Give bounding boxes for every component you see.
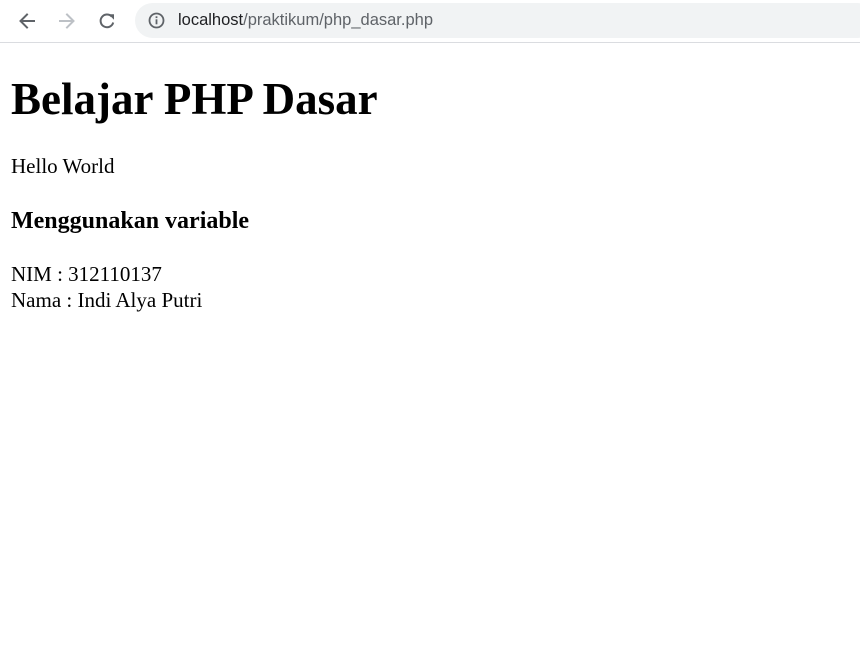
reload-button[interactable]: [91, 5, 123, 37]
browser-toolbar: localhost/praktikum/php_dasar.php: [0, 0, 860, 43]
section-heading: Menggunakan variable: [11, 208, 250, 234]
nim-text: NIM : 312110137: [11, 262, 162, 286]
url-text[interactable]: localhost/praktikum/php_dasar.php: [178, 11, 433, 30]
arrow-left-icon: [19, 13, 35, 29]
back-button[interactable]: [11, 5, 43, 37]
page-title: Belajar PHP Dasar: [11, 74, 378, 124]
forward-button[interactable]: [51, 5, 83, 37]
address-bar[interactable]: localhost/praktikum/php_dasar.php: [135, 3, 860, 38]
url-path: /praktikum/php_dasar.php: [243, 11, 433, 29]
nama-text: Nama : Indi Alya Putri: [11, 288, 203, 312]
reload-icon: [99, 13, 115, 29]
info-circle-icon[interactable]: [148, 12, 165, 29]
hello-text: Hello World: [11, 154, 115, 178]
arrow-right-icon: [59, 13, 75, 29]
url-host: localhost: [178, 11, 244, 29]
